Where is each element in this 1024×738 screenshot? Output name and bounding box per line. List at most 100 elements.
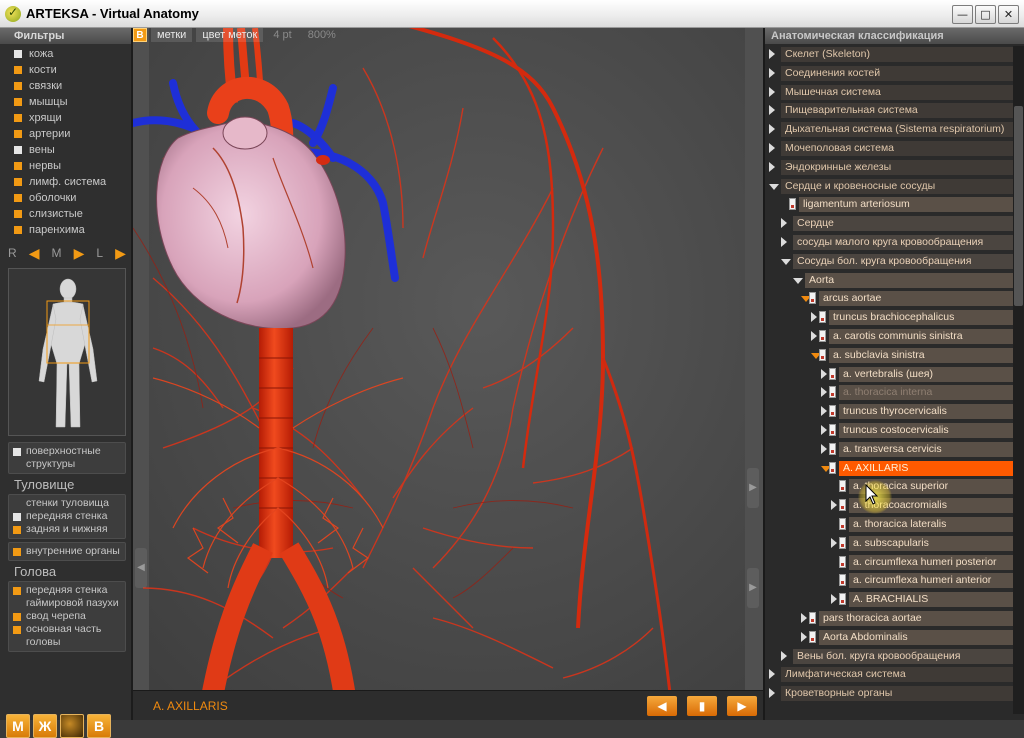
visibility-flag-icon[interactable] (829, 442, 836, 455)
tree-row[interactable]: Сосуды бол. круга кровообращения (765, 253, 1013, 269)
arrow-left-icon[interactable]: ◀ (29, 245, 40, 262)
visibility-flag-icon[interactable] (829, 424, 836, 436)
visibility-flag-icon[interactable] (839, 536, 846, 549)
b-toggle-button[interactable]: B (133, 28, 147, 42)
visibility-flag-icon[interactable] (809, 612, 816, 624)
expand-arrow-icon[interactable] (811, 331, 817, 341)
tree-row[interactable]: Дыхательная система (Sistema respiratori… (765, 121, 1013, 138)
arrow-right-icon[interactable]: ▶ (74, 245, 85, 262)
scrollbar-thumb[interactable] (1014, 106, 1023, 306)
b-mode-button[interactable]: В (87, 714, 111, 738)
tree-row[interactable]: a. circumflexa humeri anterior (765, 572, 1013, 589)
expand-arrow-icon[interactable] (811, 312, 817, 323)
body-navigator[interactable] (8, 268, 126, 436)
expand-arrow-icon[interactable] (769, 105, 775, 116)
tree-row[interactable]: a. subscapularis (765, 535, 1013, 551)
expand-arrow-icon[interactable] (801, 613, 807, 623)
male-mode-button[interactable]: М (6, 714, 30, 738)
visibility-flag-icon[interactable] (809, 292, 816, 305)
checkbox[interactable] (14, 114, 22, 122)
tree-row[interactable]: Вены бол. круга кровообращения (765, 648, 1013, 664)
section-toggle[interactable]: задняя и нижняя (13, 523, 121, 536)
filter-item[interactable]: паренхима (14, 222, 131, 238)
expand-arrow-icon[interactable] (821, 387, 827, 398)
expand-arrow-icon[interactable] (781, 218, 787, 229)
filter-item[interactable]: артерии (14, 126, 131, 142)
tab-zoom[interactable]: 800% (302, 28, 342, 42)
tree-row[interactable]: ligamentum arteriosum (765, 196, 1013, 213)
checkbox[interactable] (14, 66, 22, 74)
filter-item[interactable]: хрящи (14, 110, 131, 126)
filter-item[interactable]: связки (14, 78, 131, 94)
expand-arrow-icon[interactable] (769, 688, 775, 699)
info-button[interactable]: ▮ (687, 696, 717, 716)
anatomy-3d-viewport[interactable]: B метки цвет меток 4 pt 800% ◀ ▶ ▶ A. AX… (133, 28, 763, 720)
filter-item[interactable]: кости (14, 62, 131, 78)
expand-arrow-icon[interactable] (769, 67, 775, 78)
visibility-flag-icon[interactable] (839, 574, 846, 587)
visibility-flag-icon[interactable] (829, 461, 836, 474)
visibility-flag-icon[interactable] (789, 198, 796, 211)
checkbox[interactable] (14, 50, 22, 58)
checkbox[interactable] (13, 587, 21, 595)
tree-row[interactable]: a. transversa cervicis (765, 441, 1013, 457)
right-collapse-handle-2[interactable]: ▶ (747, 568, 759, 608)
tree-row[interactable]: truncus costocervicalis (765, 422, 1013, 438)
checkbox[interactable] (13, 513, 21, 521)
tree-scrollbar[interactable] (1013, 46, 1024, 714)
left-collapse-handle[interactable]: ◀ (135, 548, 147, 588)
filter-item[interactable]: кожа (14, 46, 131, 62)
visibility-flag-icon[interactable] (839, 499, 846, 512)
expand-arrow-icon[interactable] (831, 500, 837, 511)
checkbox[interactable] (14, 210, 22, 218)
tree-row[interactable]: Соединения костей (765, 65, 1013, 81)
visibility-flag-icon[interactable] (839, 480, 846, 493)
tree-row[interactable]: Мышечная система (765, 84, 1013, 100)
visibility-flag-icon[interactable] (839, 518, 846, 530)
expand-arrow-icon[interactable] (769, 161, 775, 172)
tree-row[interactable]: Сердце и кровеносные сосуды (765, 178, 1013, 194)
view-l-button[interactable]: L (96, 246, 103, 260)
checkbox[interactable] (14, 98, 22, 106)
expand-arrow-icon[interactable] (769, 143, 775, 153)
internal-organs-toggle[interactable]: внутренние органы (13, 545, 121, 558)
filter-item[interactable]: нервы (14, 158, 131, 174)
section-toggle[interactable]: передняя стенка гаймировой пазухи (13, 584, 121, 610)
tree-row[interactable]: truncus thyrocervicalis (765, 403, 1013, 420)
collapse-arrow-icon[interactable] (769, 183, 779, 190)
tree-row[interactable]: Лимфатическая система (765, 666, 1013, 683)
expand-arrow-icon[interactable] (769, 124, 775, 135)
checkbox[interactable] (14, 130, 22, 138)
tree-row[interactable]: A. AXILLARIS (765, 460, 1013, 476)
tree-row[interactable]: pars thoracica aortae (765, 610, 1013, 626)
expand-arrow-icon[interactable] (781, 237, 787, 247)
expand-arrow-icon[interactable] (769, 669, 775, 680)
collapse-arrow-icon[interactable] (793, 277, 803, 284)
tree-row[interactable]: a. circumflexa humeri posterior (765, 554, 1013, 570)
tree-row[interactable]: a. vertebralis (шея) (765, 366, 1013, 382)
section-toggle[interactable]: передняя стенка (13, 510, 121, 523)
filter-item[interactable]: мышцы (14, 94, 131, 110)
expand-arrow-icon[interactable] (781, 650, 787, 661)
sphere-mode-button[interactable] (60, 714, 84, 738)
visibility-flag-icon[interactable] (829, 405, 836, 418)
filter-item[interactable]: оболочки (14, 190, 131, 206)
visibility-flag-icon[interactable] (829, 367, 836, 380)
section-toggle[interactable]: стенки туловища (13, 497, 121, 510)
collapse-arrow-icon[interactable] (781, 258, 791, 265)
visibility-flag-icon[interactable] (819, 311, 826, 324)
tree-row[interactable]: a. carotis communis sinistra (765, 328, 1013, 344)
tree-row[interactable]: a. thoracica interna (765, 384, 1013, 401)
visibility-flag-icon[interactable] (819, 330, 826, 342)
right-collapse-handle[interactable]: ▶ (747, 468, 759, 508)
tree-row[interactable]: Aorta (765, 272, 1013, 288)
previous-button[interactable]: ◀ (647, 696, 677, 716)
visibility-flag-icon[interactable] (829, 386, 836, 399)
close-button[interactable]: ✕ (998, 5, 1019, 24)
expand-arrow-icon[interactable] (769, 86, 775, 97)
visibility-flag-icon[interactable] (819, 348, 826, 361)
visibility-flag-icon[interactable] (839, 555, 846, 568)
checkbox[interactable] (14, 162, 22, 170)
filter-item[interactable]: вены (14, 142, 131, 158)
checkbox[interactable] (13, 526, 21, 534)
